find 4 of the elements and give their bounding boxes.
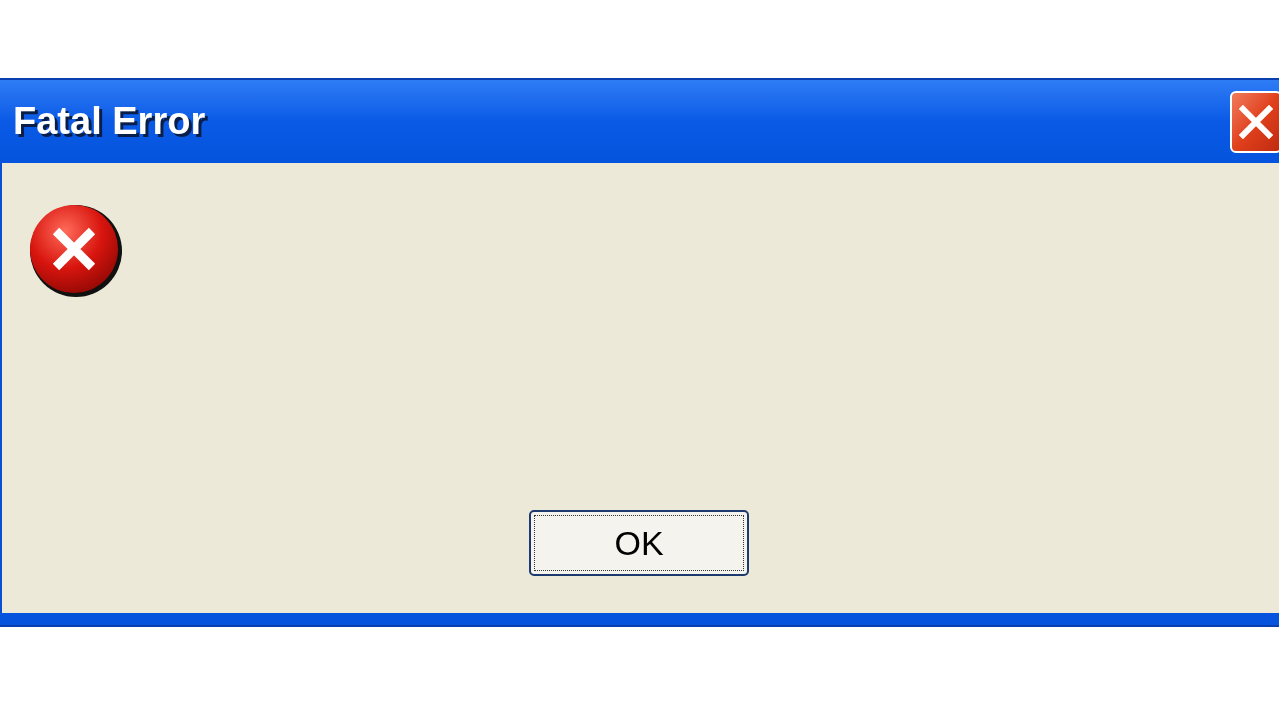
close-icon [1239,104,1273,139]
close-button[interactable] [1230,90,1279,153]
window-title: Fatal Error [13,99,206,144]
ok-button[interactable]: OK [529,510,749,576]
